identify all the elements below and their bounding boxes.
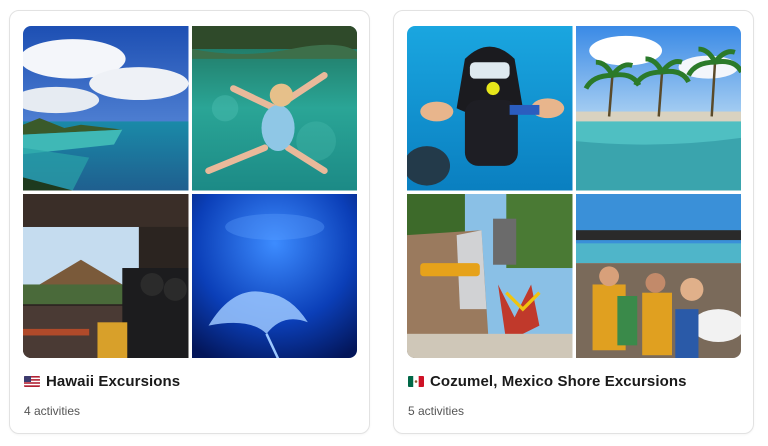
card-title-row: Hawaii Excursions (24, 373, 180, 390)
us-flag-icon (24, 376, 40, 387)
coastline-photo (23, 26, 189, 191)
activity-count: 4 activities (24, 404, 81, 418)
destination-card-hawaii[interactable]: Hawaii Excursions 4 activities (9, 10, 370, 434)
waterfall-park-photo (407, 193, 573, 358)
swimmer-in-lagoon-photo (191, 26, 357, 191)
photo-grid (407, 26, 741, 358)
destination-title[interactable]: Hawaii Excursions (46, 373, 180, 390)
scuba-diver-photo (407, 26, 573, 191)
palm-beach-pool-photo (575, 26, 741, 191)
destination-card-cozumel[interactable]: Cozumel, Mexico Shore Excursions 5 activ… (393, 10, 754, 434)
manta-ray-night-dive-photo (191, 193, 357, 358)
destination-title[interactable]: Cozumel, Mexico Shore Excursions (430, 373, 687, 390)
open-air-tram-photo (575, 193, 741, 358)
tour-vehicle-view-photo (23, 193, 189, 358)
card-title-row: Cozumel, Mexico Shore Excursions (408, 373, 687, 390)
mexico-flag-icon (408, 376, 424, 387)
activity-count: 5 activities (408, 404, 465, 418)
photo-grid (23, 26, 357, 358)
